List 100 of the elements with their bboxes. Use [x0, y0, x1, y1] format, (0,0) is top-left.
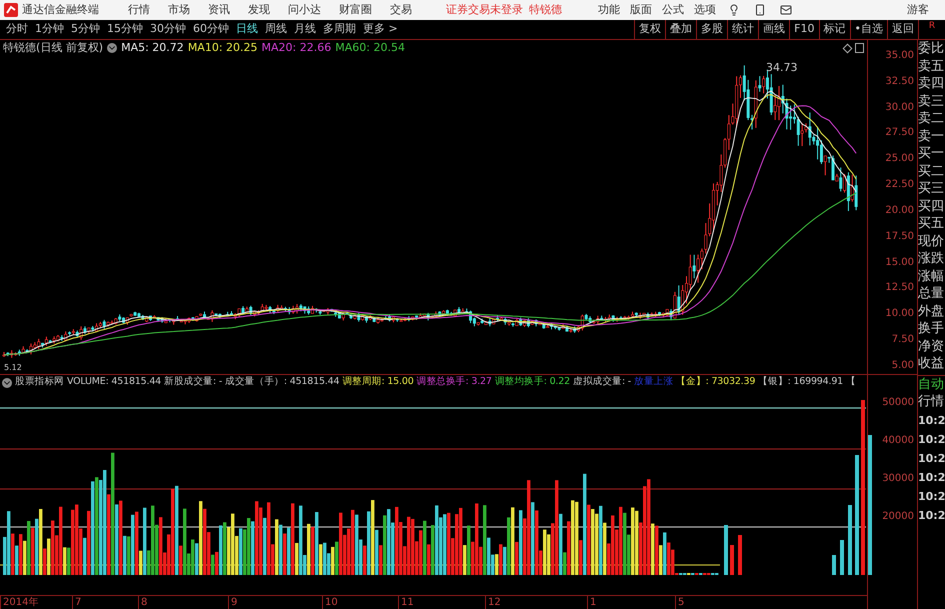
quote-label: 卖四 [918, 75, 945, 92]
quote-label: 卖一 [918, 128, 945, 145]
period-tab[interactable]: 15分钟 [107, 21, 143, 38]
menu-item[interactable]: 财富圈 [339, 2, 372, 18]
quote-label: 委比 [918, 40, 945, 58]
quote-label: 买一 [918, 145, 945, 162]
time-label: 10:2 [918, 470, 945, 486]
toolbar-button[interactable]: 复权 [634, 20, 666, 39]
time-label: 10:2 [918, 508, 945, 524]
quote-label: 涨跌 [918, 250, 945, 268]
menu-item[interactable]: 发现 [248, 2, 270, 18]
login-status[interactable]: 证券交易未登录 [446, 2, 523, 18]
menu-item[interactable]: 资讯 [208, 2, 230, 18]
indicator-value: 【银】: 169994.91 [758, 375, 844, 390]
quote-label: 现价 [918, 232, 945, 250]
toolbar-button[interactable]: 统计 [727, 20, 758, 39]
indicator-value: VOLUME: 451815.44 [67, 375, 162, 390]
date-label: 9 [228, 596, 238, 609]
quote-label: 收益 [918, 355, 945, 372]
indicator-value: 成交量（手）: 451815.44 [225, 375, 340, 390]
ma-legend: MA20: 22.66 [262, 40, 332, 56]
indicator-value: 放量上涨 [634, 375, 674, 390]
quote-label: 总量 [918, 285, 945, 302]
volume-axis-label: 30000 [882, 473, 914, 485]
quote-label: 卖五 [918, 58, 945, 75]
toolbar-button[interactable]: 画线 [758, 20, 790, 39]
volume-axis-label: 40000 [882, 435, 914, 447]
ma-legend: MA10: 20.25 [188, 40, 258, 56]
quote-label: 买三 [918, 180, 945, 198]
toolbar-button[interactable]: 返回 [887, 20, 918, 39]
toolbar-button[interactable]: F10 [789, 20, 818, 39]
menu-item[interactable]: 选项 [694, 2, 716, 18]
date-label: 7 [72, 596, 82, 609]
quote-label: 买四 [918, 198, 945, 215]
indicator-value: 调整周期: 15.00 [342, 375, 414, 390]
price-axis-label: 7.50 [892, 334, 914, 346]
price-axis-label: 22.50 [885, 179, 914, 192]
volume-axis-label: 50000 [882, 397, 914, 409]
ma-legend: MA5: 20.72 [121, 40, 184, 56]
quote-label: 买二 [918, 162, 945, 180]
price-axis-label: 5.00 [892, 360, 914, 372]
date-label: 1 [587, 596, 596, 609]
date-label: 8 [138, 596, 148, 609]
menu-item[interactable]: 公式 [662, 2, 684, 18]
chart-title: 特锐德(日线 前复权) [3, 40, 104, 56]
indicator-value: 新股成交量: - [164, 375, 222, 390]
high-price-label: 34.73 [766, 60, 798, 76]
price-axis-label: 15.00 [885, 256, 914, 269]
price-axis-label: 10.00 [885, 308, 914, 320]
date-label: 2014年 [0, 596, 38, 609]
user-label[interactable]: 游客 [907, 2, 929, 18]
indicator-value: 股票指标网 [15, 375, 64, 390]
period-tab[interactable]: 30分钟 [150, 21, 186, 38]
period-tab[interactable]: 5分钟 [71, 21, 100, 38]
period-tab[interactable]: 分时 [6, 21, 28, 38]
stock-name: 特锐德 [529, 2, 562, 18]
quote-label: 换手 [918, 320, 945, 338]
date-label: 10 [322, 596, 338, 609]
period-tab[interactable]: 60分钟 [193, 21, 229, 38]
date-label: 11 [398, 596, 414, 609]
period-tab[interactable]: 1分钟 [35, 21, 64, 38]
menu-item[interactable]: 问小达 [288, 2, 321, 18]
menu-item[interactable]: 市场 [168, 2, 190, 18]
price-axis-label: 17.50 [885, 230, 914, 243]
indicator-value: 【金】: 73032.39 [676, 375, 756, 390]
date-label: 12 [485, 596, 501, 609]
price-axis-label: 12.50 [885, 282, 914, 294]
indicator-value: 调整总换手: 3.27 [416, 375, 492, 390]
quote-label: 买五 [918, 215, 945, 232]
indicator-value: 虚拟成交量: - [572, 375, 632, 390]
date-label: 5 [675, 596, 684, 609]
period-tab[interactable]: 更多 > [363, 21, 398, 38]
toolbar-button[interactable]: 多股 [696, 20, 728, 39]
time-label: 10:2 [918, 412, 945, 428]
indicator-value: 【 [846, 375, 856, 390]
price-axis-label: 32.50 [885, 76, 914, 88]
price-axis-label: 25.00 [885, 153, 914, 166]
menu-item[interactable]: 版面 [630, 2, 652, 18]
period-tab[interactable]: 周线 [265, 21, 287, 38]
period-tab[interactable]: 日线 [236, 21, 258, 38]
toolbar-button[interactable]: •自选 [850, 20, 887, 39]
side-tab[interactable]: 行情 [918, 393, 945, 410]
low-price-label: 5.12 [4, 363, 22, 372]
app-title: 通达信金融终端 [22, 2, 100, 18]
period-tab[interactable]: 多周期 [323, 21, 356, 38]
menu-item[interactable]: 行情 [128, 2, 150, 18]
ma-legend: MA60: 20.54 [335, 40, 405, 56]
corner-label: R [918, 20, 945, 39]
price-axis-label: 20.00 [885, 204, 914, 217]
quote-label: 涨幅 [918, 268, 945, 285]
menu-item[interactable]: 功能 [598, 2, 620, 18]
toolbar-button[interactable]: 标记 [818, 20, 850, 39]
period-tab[interactable]: 月线 [294, 21, 316, 38]
toolbar-button[interactable]: 叠加 [665, 20, 696, 39]
price-axis-label: 35.00 [885, 50, 914, 62]
menu-item[interactable]: 交易 [390, 2, 412, 18]
price-axis-label: 27.50 [885, 127, 914, 140]
volume-axis-label: 20000 [882, 511, 914, 523]
quote-label: 外盘 [918, 302, 945, 320]
side-tab[interactable]: 自动 [918, 376, 945, 393]
